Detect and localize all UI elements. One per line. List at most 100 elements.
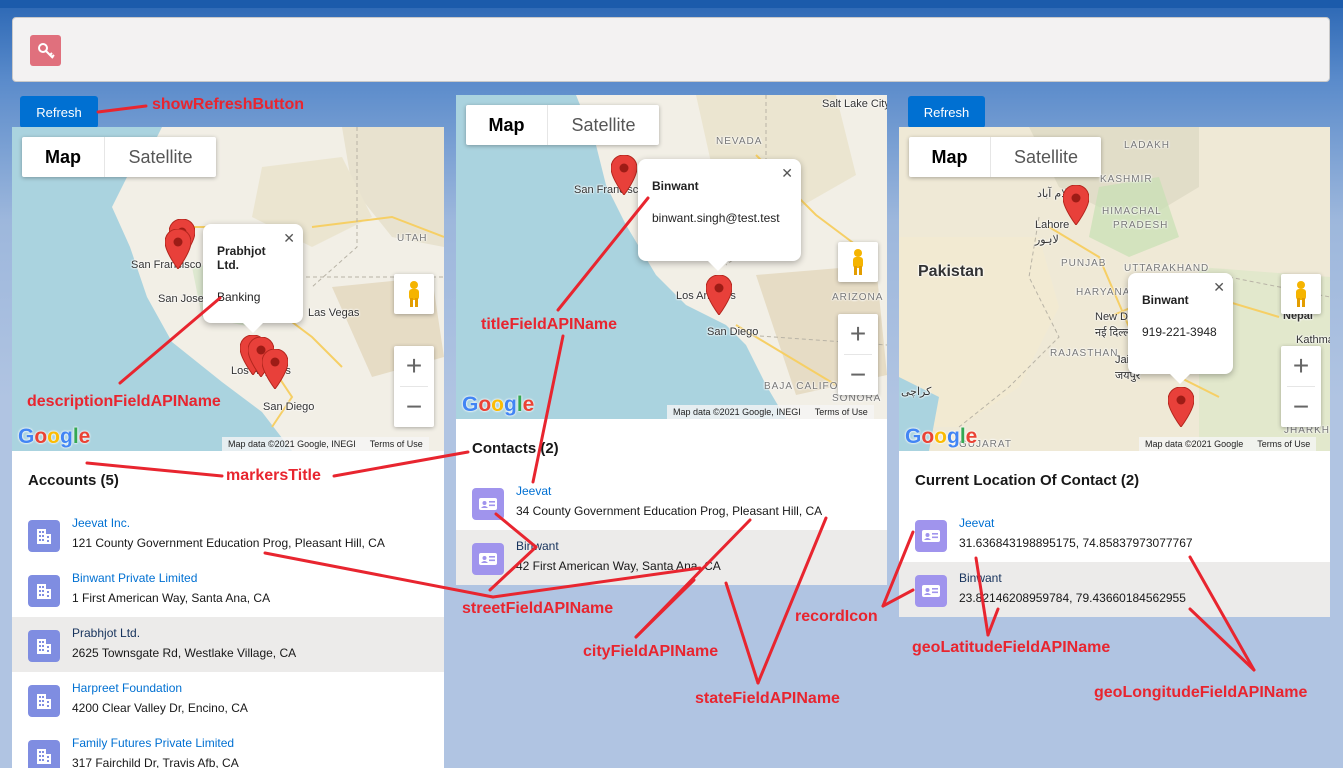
close-icon[interactable]: ✕ xyxy=(283,230,295,247)
item-name[interactable]: Binwant xyxy=(516,539,559,553)
info-window-description: 919-221-3948 xyxy=(1142,325,1217,339)
list-item-selected[interactable]: Prabhjot Ltd. 2625 Townsgate Rd, Westlak… xyxy=(12,617,444,672)
map-type-control: Map Satellite xyxy=(466,105,659,145)
item-name[interactable]: Jeevat xyxy=(959,516,994,530)
zoom-control: + − xyxy=(394,346,434,427)
page-header xyxy=(12,17,1330,82)
map-label-himachal: HIMACHAL xyxy=(1102,206,1162,217)
item-name[interactable]: Family Futures Private Limited xyxy=(72,736,234,750)
list-item[interactable]: Family Futures Private Limited 317 Fairc… xyxy=(12,727,444,768)
google-logo: Google xyxy=(18,425,91,448)
info-window: Binwant binwant.singh@test.test ✕ xyxy=(638,159,801,271)
annotation-stateFieldAPIName: stateFieldAPIName xyxy=(695,690,840,707)
zoom-in-button[interactable]: + xyxy=(1281,346,1321,386)
list-item[interactable]: Jeevat 31.636843198895175, 74.8583797307… xyxy=(899,507,1330,562)
item-name[interactable]: Jeevat xyxy=(516,484,551,498)
map-attribution: Map data ©2021 Google, INEGI Terms of Us… xyxy=(222,437,429,451)
google-logo: Google xyxy=(905,425,978,448)
map-label-haryana: HARYANA xyxy=(1076,287,1131,298)
list-item-selected[interactable]: Binwant 42 First American Way, Santa Ana… xyxy=(456,530,887,585)
map-label-san-diego: San Diego xyxy=(263,401,315,413)
map-pin-icon[interactable] xyxy=(611,155,637,195)
item-address: 31.636843198895175, 74.85837973077767 xyxy=(959,536,1193,550)
pegman-icon[interactable] xyxy=(838,242,878,282)
map-type-control: Map Satellite xyxy=(22,137,216,177)
map-label-san-diego: San Diego xyxy=(707,326,759,338)
top-strip xyxy=(0,0,1343,8)
zoom-out-button[interactable]: − xyxy=(1281,387,1321,427)
item-address: 1 First American Way, Santa Ana, CA xyxy=(72,591,271,605)
item-name[interactable]: Harpreet Foundation xyxy=(72,681,182,695)
close-icon[interactable]: ✕ xyxy=(1213,279,1225,296)
annotation-recordIcon: recordIcon xyxy=(795,608,878,625)
map-label-arizona: ARIZONA xyxy=(832,292,884,303)
map-attribution: Map data ©2021 Google Terms of Use xyxy=(1139,437,1317,451)
map-type-map[interactable]: Map xyxy=(909,137,990,177)
close-icon[interactable]: ✕ xyxy=(781,165,793,182)
item-name[interactable]: Prabhjot Ltd. xyxy=(72,626,140,640)
contact-card-icon xyxy=(472,488,504,520)
map-type-satellite[interactable]: Satellite xyxy=(991,137,1101,177)
map-data-text: Map data ©2021 Google xyxy=(1145,439,1244,449)
building-icon xyxy=(28,740,60,768)
refresh-button[interactable]: Refresh xyxy=(20,96,98,128)
map-pin-icon[interactable] xyxy=(1168,387,1194,427)
building-icon xyxy=(28,575,60,607)
annotation-geoLatitudeFieldAPIName: geoLatitudeFieldAPIName xyxy=(912,639,1111,656)
item-name[interactable]: Jeevat Inc. xyxy=(72,516,130,530)
item-address: 317 Fairchild Dr, Travis Afb, CA xyxy=(72,756,239,768)
zoom-out-button[interactable]: − xyxy=(394,387,434,427)
zoom-out-button[interactable]: − xyxy=(838,355,878,395)
contact-card-icon xyxy=(472,543,504,575)
info-window: Prabhjot Ltd. Banking ✕ xyxy=(203,224,303,333)
terms-of-use-link[interactable]: Terms of Use xyxy=(370,439,423,449)
annotation-cityFieldAPIName: cityFieldAPIName xyxy=(583,643,719,660)
refresh-button[interactable]: Refresh xyxy=(908,96,985,128)
contact-card-icon xyxy=(915,575,947,607)
map-label-utah: UTAH xyxy=(397,233,428,244)
map-pin-icon[interactable] xyxy=(706,275,732,315)
info-window-title: Binwant xyxy=(652,179,699,193)
map-type-map[interactable]: Map xyxy=(22,137,104,177)
map-pin-icon[interactable] xyxy=(1063,185,1089,225)
item-name[interactable]: Binwant Private Limited xyxy=(72,571,197,585)
list-item-selected[interactable]: Binwant 23.82146208959784, 79.4366018456… xyxy=(899,562,1330,617)
pegman-icon[interactable] xyxy=(1281,274,1321,314)
key-icon xyxy=(30,35,61,66)
info-window-title: Binwant xyxy=(1142,293,1189,307)
list-item[interactable]: Jeevat 34 County Government Education Pr… xyxy=(456,475,887,530)
zoom-control: + − xyxy=(838,314,878,395)
item-address: 42 First American Way, Santa Ana, CA xyxy=(516,559,721,573)
location-map[interactable]: Map Satellite LADAKH KASHMIR اسلام آباد … xyxy=(899,127,1330,451)
contact-card-icon xyxy=(915,520,947,552)
terms-of-use-link[interactable]: Terms of Use xyxy=(1257,439,1310,449)
item-address: 121 County Government Education Prog, Pl… xyxy=(72,536,385,550)
map-label-pakistan: Pakistan xyxy=(918,263,984,280)
contacts-map[interactable]: Map Satellite Salt Lake City NEVADA San … xyxy=(456,95,887,419)
map-pin-icon[interactable] xyxy=(165,229,191,269)
zoom-control: + − xyxy=(1281,346,1321,427)
annotation-showRefreshButton: showRefreshButton xyxy=(152,96,304,113)
item-address: 23.82146208959784, 79.43660184562955 xyxy=(959,591,1186,605)
annotation-titleFieldAPIName: titleFieldAPIName xyxy=(481,316,618,333)
list-title: Accounts (5) xyxy=(28,472,119,489)
contacts-list: Contacts (2) Jeevat 34 County Government… xyxy=(456,419,887,585)
list-item[interactable]: Binwant Private Limited 1 First American… xyxy=(12,562,444,617)
map-type-satellite[interactable]: Satellite xyxy=(105,137,216,177)
pegman-icon[interactable] xyxy=(394,274,434,314)
map-label-kashmir: KASHMIR xyxy=(1100,174,1153,185)
map-label-nevada: NEVADA xyxy=(716,136,763,147)
map-type-satellite[interactable]: Satellite xyxy=(548,105,659,145)
map-pin-icon[interactable] xyxy=(262,349,288,389)
info-window: Binwant 919-221-3948 ✕ xyxy=(1128,273,1233,384)
map-type-map[interactable]: Map xyxy=(466,105,547,145)
zoom-in-button[interactable]: + xyxy=(838,314,878,354)
zoom-in-button[interactable]: + xyxy=(394,346,434,386)
map-data-text: Map data ©2021 Google, INEGI xyxy=(228,439,356,449)
list-title: Contacts (2) xyxy=(472,440,559,457)
terms-of-use-link[interactable]: Terms of Use xyxy=(815,407,868,417)
list-item[interactable]: Jeevat Inc. 121 County Government Educat… xyxy=(12,507,444,562)
item-name[interactable]: Binwant xyxy=(959,571,1002,585)
list-item[interactable]: Harpreet Foundation 4200 Clear Valley Dr… xyxy=(12,672,444,727)
annotation-descriptionFieldAPIName: descriptionFieldAPIName xyxy=(27,393,221,410)
